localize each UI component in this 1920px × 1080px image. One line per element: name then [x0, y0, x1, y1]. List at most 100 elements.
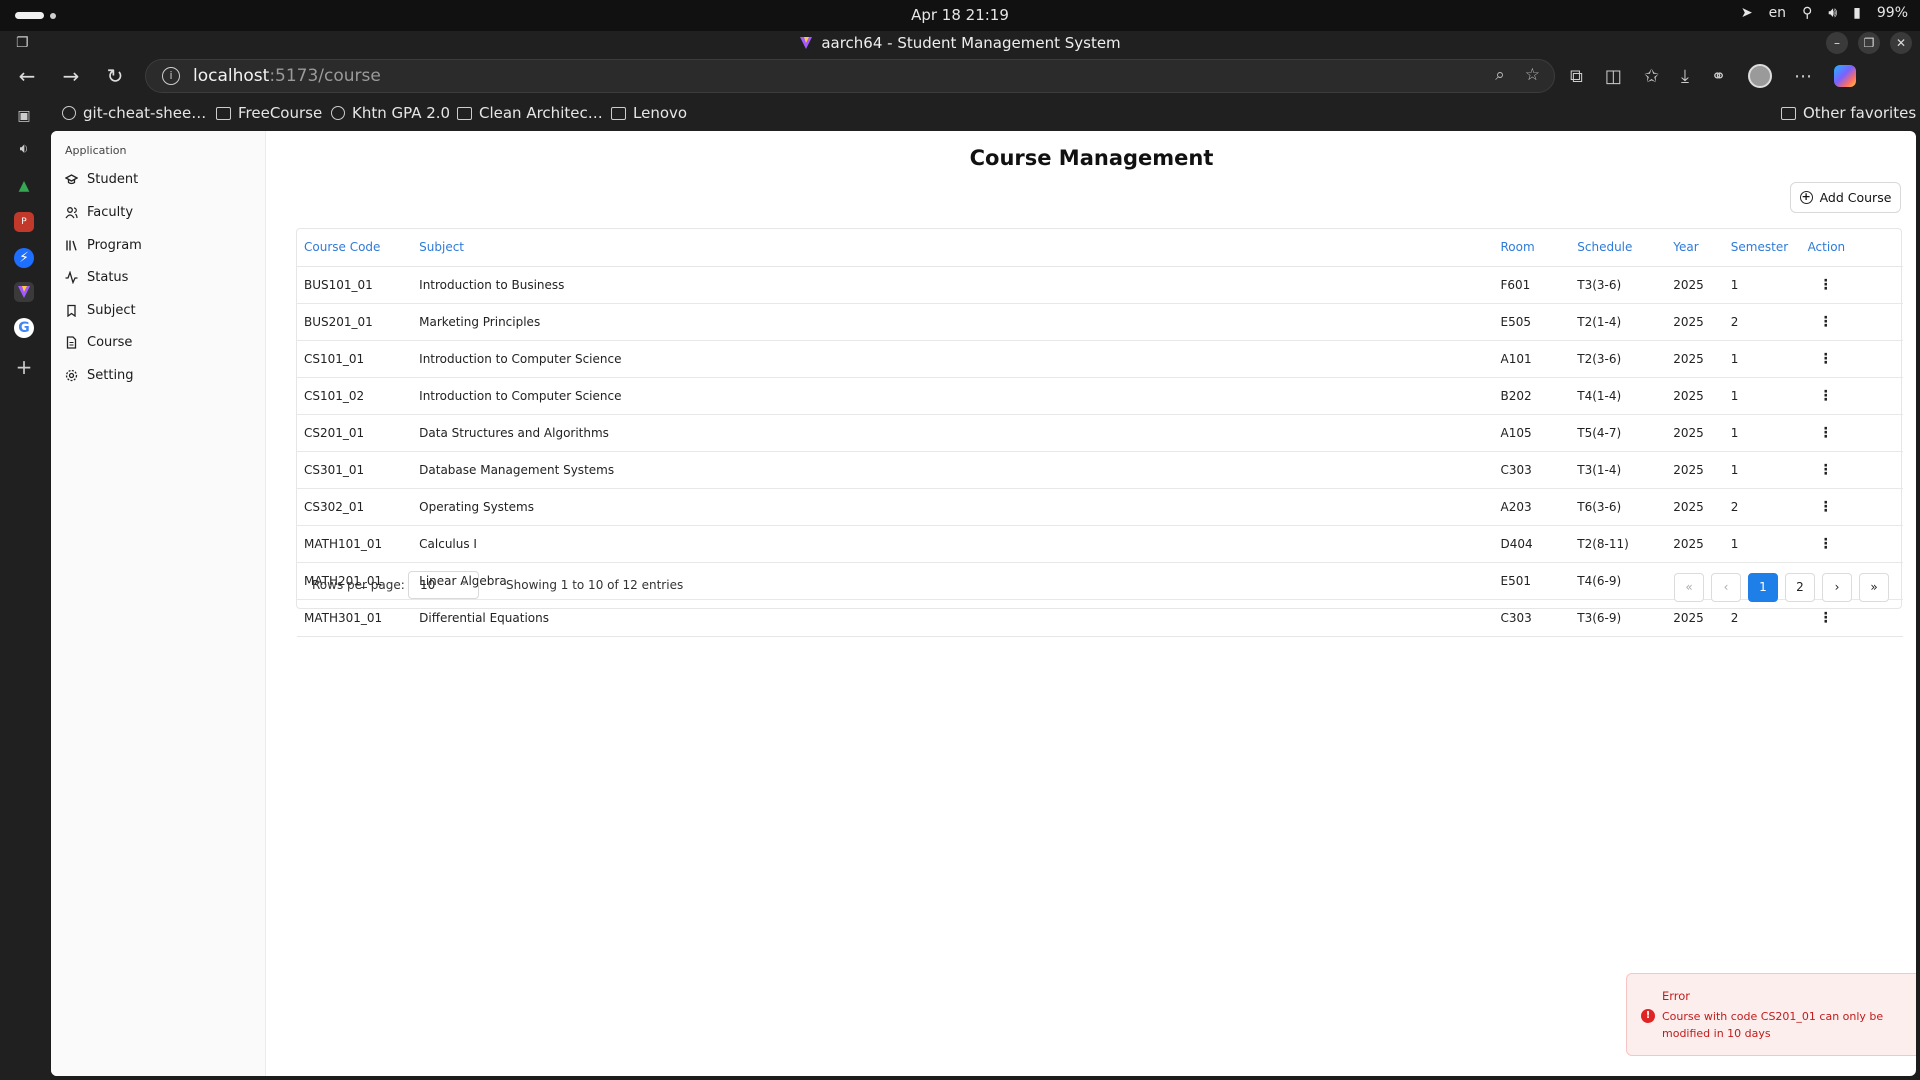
row-actions-menu-icon[interactable]: ⋮ [1819, 389, 1833, 403]
cell-room: A101 [1493, 340, 1571, 378]
cell-schedule: T3(3-6) [1570, 266, 1667, 304]
vertical-tabs-icon[interactable]: ▣ [14, 106, 34, 126]
more-menu-icon[interactable]: ⋯ [1794, 66, 1812, 87]
row-actions-menu-icon[interactable]: ⋮ [1819, 426, 1833, 440]
cell-room: B202 [1493, 377, 1571, 415]
window-title: aarch64 - Student Management System [821, 34, 1121, 52]
split-screen-icon[interactable]: ◫ [1605, 66, 1622, 87]
users-icon [65, 206, 78, 219]
plus-circle-icon: + [1799, 190, 1813, 204]
cell-room: E505 [1493, 303, 1571, 341]
header-schedule[interactable]: Schedule [1570, 229, 1667, 267]
table-row: CS302_01 Operating Systems A203 T6(3-6) 2025… [297, 488, 1903, 526]
extensions-icon[interactable]: ⧉ [1570, 66, 1583, 87]
restore-button[interactable]: ❐ [1858, 32, 1880, 54]
page-button-2[interactable]: 2 [1785, 573, 1815, 602]
cell-course-code: CS101_01 [297, 340, 413, 378]
sidebar-item-status[interactable]: Status [65, 264, 255, 290]
add-course-button[interactable]: + Add Course [1790, 182, 1901, 213]
last-page-button[interactable]: » [1859, 573, 1889, 602]
vite-tab-icon[interactable] [14, 282, 34, 302]
favorite-khtn-gpa[interactable]: Khtn GPA 2.0 [331, 104, 450, 122]
volume-icon[interactable]: 🔊︎ [1828, 5, 1837, 21]
cell-subject: Database Management Systems [412, 451, 1494, 489]
cell-course-code: MATH101_01 [297, 525, 413, 563]
favorite-freecourse[interactable]: FreeCourse [216, 104, 322, 122]
folder-icon [1781, 106, 1796, 120]
row-actions-menu-icon[interactable]: ⋮ [1819, 611, 1833, 625]
header-year[interactable]: Year [1666, 229, 1724, 267]
header-subject[interactable]: Subject [412, 229, 1494, 267]
minimize-button[interactable]: – [1826, 32, 1848, 54]
messenger-icon[interactable]: ⚡ [14, 248, 34, 268]
next-page-button[interactable]: › [1822, 573, 1852, 602]
downloads-icon[interactable]: ⤓ [1681, 66, 1689, 87]
cell-subject: Introduction to Computer Science [412, 340, 1494, 378]
rows-per-page-select[interactable]: 10 ⌄ [408, 571, 479, 599]
sidebar-item-student[interactable]: Student [65, 166, 255, 192]
favorite-lenovo[interactable]: Lenovo [611, 104, 687, 122]
google-icon[interactable]: G [14, 318, 34, 338]
activity-icon [65, 270, 78, 284]
favorites-icon[interactable]: ✩ [1644, 66, 1659, 87]
row-actions-menu-icon[interactable]: ⋮ [1819, 537, 1833, 551]
chevron-down-icon: ⌄ [459, 577, 468, 588]
cell-action: ⋮ [1800, 340, 1903, 378]
profile-avatar[interactable] [1748, 64, 1773, 88]
previous-page-button[interactable]: ‹ [1711, 573, 1741, 602]
battery-icon[interactable]: ▮ [1853, 5, 1861, 21]
cell-schedule: T2(8-11) [1570, 525, 1667, 563]
browser-sidebar: ▣ 🔉︎ ▲ P ⚡ G + [0, 96, 50, 1080]
add-sidebar-app-icon[interactable]: + [14, 357, 34, 377]
zoom-icon[interactable]: ⌕ [1495, 65, 1505, 85]
cell-course-code: CS101_02 [297, 377, 413, 415]
language-indicator[interactable]: en [1769, 5, 1787, 21]
cell-action: ⋮ [1800, 488, 1903, 526]
main-content: Course Management + Add Course Course Co… [267, 131, 1916, 1076]
row-actions-menu-icon[interactable]: ⋮ [1819, 463, 1833, 477]
favorite-clean-architecture[interactable]: Clean Architec… [457, 104, 603, 122]
row-actions-menu-icon[interactable]: ⋮ [1819, 315, 1833, 329]
network-icon[interactable]: ⚲ [1802, 5, 1812, 21]
sidebar-item-subject[interactable]: Subject [65, 297, 255, 323]
back-button[interactable]: ← [14, 64, 40, 88]
header-room[interactable]: Room [1493, 229, 1571, 267]
cell-schedule: T3(1-4) [1570, 451, 1667, 489]
close-window-button[interactable]: ✕ [1890, 32, 1912, 54]
header-semester[interactable]: Semester [1723, 229, 1801, 267]
rows-per-page-label: Rows per page: [312, 578, 405, 592]
browser-essentials-icon[interactable]: ⚭ [1711, 66, 1726, 87]
cell-course-code: CS201_01 [297, 414, 413, 452]
address-bar[interactable]: i localhost:5173/course ⌕ ☆ [145, 59, 1555, 93]
favorites-bar: git-cheat-shee… FreeCourse Khtn GPA 2.0 … [50, 96, 1920, 131]
row-actions-menu-icon[interactable]: ⋮ [1819, 278, 1833, 292]
cell-room: D404 [1493, 525, 1571, 563]
row-actions-menu-icon[interactable]: ⋮ [1819, 352, 1833, 366]
sidebar-item-program[interactable]: Program [65, 232, 255, 258]
header-course-code[interactable]: Course Code [297, 229, 413, 267]
row-actions-menu-icon[interactable]: ⋮ [1819, 500, 1833, 514]
error-toast[interactable]: ! Error Course with code CS201_01 can on… [1626, 973, 1916, 1056]
page-button-1[interactable]: 1 [1748, 573, 1778, 602]
forward-button[interactable]: → [58, 64, 84, 88]
telegram-icon[interactable]: ➤ [1741, 5, 1753, 21]
sidebar-item-course[interactable]: Course [65, 329, 255, 355]
favorite-git-cheat-sheet[interactable]: git-cheat-shee… [62, 104, 206, 122]
favorite-star-icon[interactable]: ☆ [1525, 65, 1540, 85]
sidebar-item-faculty[interactable]: Faculty [65, 199, 255, 225]
first-page-button[interactable]: « [1674, 573, 1704, 602]
library-icon [65, 239, 78, 252]
copilot-icon[interactable] [1834, 65, 1857, 87]
site-info-icon[interactable]: i [162, 67, 180, 85]
audio-tab-icon[interactable]: 🔉︎ [14, 139, 34, 159]
other-favorites[interactable]: Other favorites [1781, 104, 1916, 122]
os-clock[interactable]: Apr 18 21:19 [0, 6, 1920, 24]
sidebar-item-setting[interactable]: Setting [65, 362, 255, 388]
pdf-icon[interactable]: P [14, 212, 34, 232]
cell-semester: 1 [1723, 525, 1801, 563]
file-text-icon [65, 335, 78, 349]
globe-icon [331, 106, 345, 120]
reload-button[interactable]: ↻ [102, 64, 128, 88]
cell-course-code: BUS101_01 [297, 266, 413, 304]
drive-icon[interactable]: ▲ [14, 176, 34, 196]
